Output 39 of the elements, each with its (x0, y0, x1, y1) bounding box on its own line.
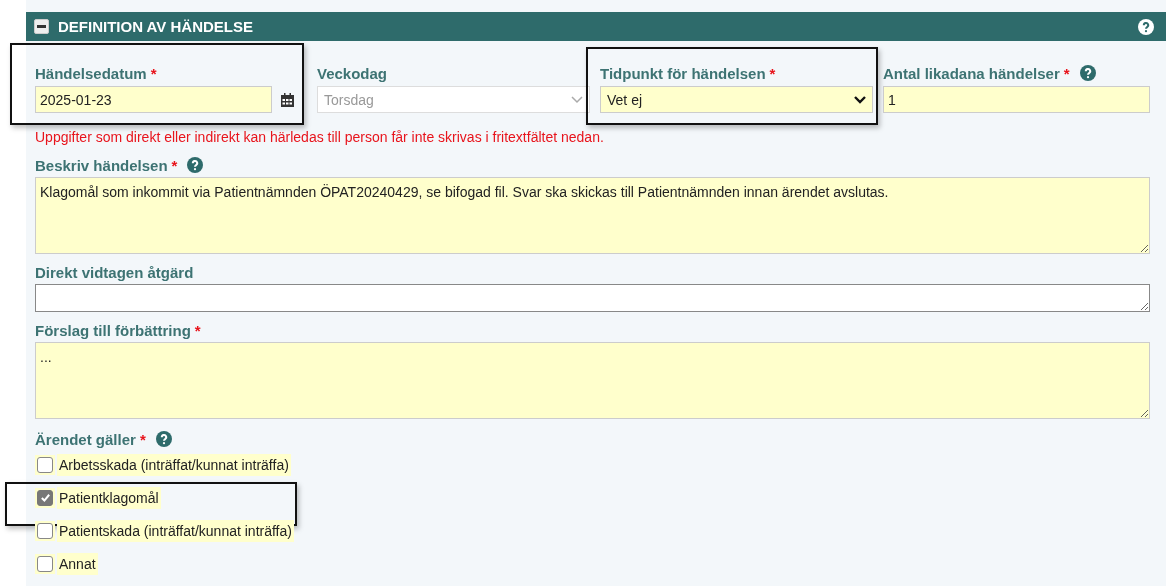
check-icon (39, 492, 51, 503)
checkbox-label[interactable]: Patientklagomål (57, 486, 161, 509)
field-label: Direkt vidtagen åtgärd (35, 263, 194, 281)
required-mark: * (769, 64, 776, 82)
chevron-icon (571, 95, 583, 104)
required-mark: * (171, 156, 178, 174)
collapse-icon[interactable] (34, 19, 49, 34)
checkbox-label[interactable]: Patientskada (inträffat/kunnat inträffa) (57, 519, 294, 542)
field-label: Tidpunkt för händelsen (600, 64, 766, 82)
checkbox[interactable] (37, 456, 53, 473)
checkbox[interactable] (37, 522, 53, 539)
dropdown[interactable]: Vet ej (600, 86, 873, 113)
field-label: Antal likadana händelser (883, 64, 1060, 82)
field-label: Förslag till förbättring (35, 321, 191, 339)
field-label: Ärendet gäller (35, 430, 136, 448)
help-icon[interactable] (187, 157, 204, 173)
field-label: Veckodag (317, 64, 388, 82)
required-mark: * (139, 430, 146, 448)
warning-text: Uppgifter som direkt eller indirekt kan härledas till person får inte skrivas i fritextfältet nedan. (34, 128, 605, 147)
required-mark: * (1063, 64, 1070, 82)
section-title: DEFINITION AV HÄNDELSE (58, 18, 254, 35)
field-label: Beskriv händelsen (35, 156, 168, 174)
text-field[interactable] (35, 284, 1150, 312)
date-field[interactable]: 2025-01-23 (35, 86, 272, 113)
count-field[interactable]: 1 (883, 86, 1150, 113)
calendar-icon[interactable] (280, 91, 296, 108)
text-area[interactable]: ... (35, 342, 1150, 419)
required-mark: * (194, 321, 201, 339)
help-icon[interactable] (1079, 65, 1096, 81)
help-icon[interactable] (1138, 18, 1154, 35)
checkbox-label[interactable]: Arbetsskada (inträffat/kunnat inträffa) (57, 453, 291, 476)
text-area[interactable]: Klagomål som inkommit via Patientnämnden ÖPAT20240429, se bifogad fil. Svar ska skickas till Patientnämnden innan ärendet avslutas. (35, 177, 1150, 254)
chevron-icon (854, 95, 866, 104)
checkbox-label[interactable]: Annat (57, 552, 98, 575)
checkbox[interactable] (37, 489, 53, 506)
checkbox[interactable] (37, 555, 53, 572)
required-mark: * (150, 64, 157, 82)
help-icon[interactable] (155, 431, 172, 447)
field-label: Händelsedatum (35, 64, 147, 82)
